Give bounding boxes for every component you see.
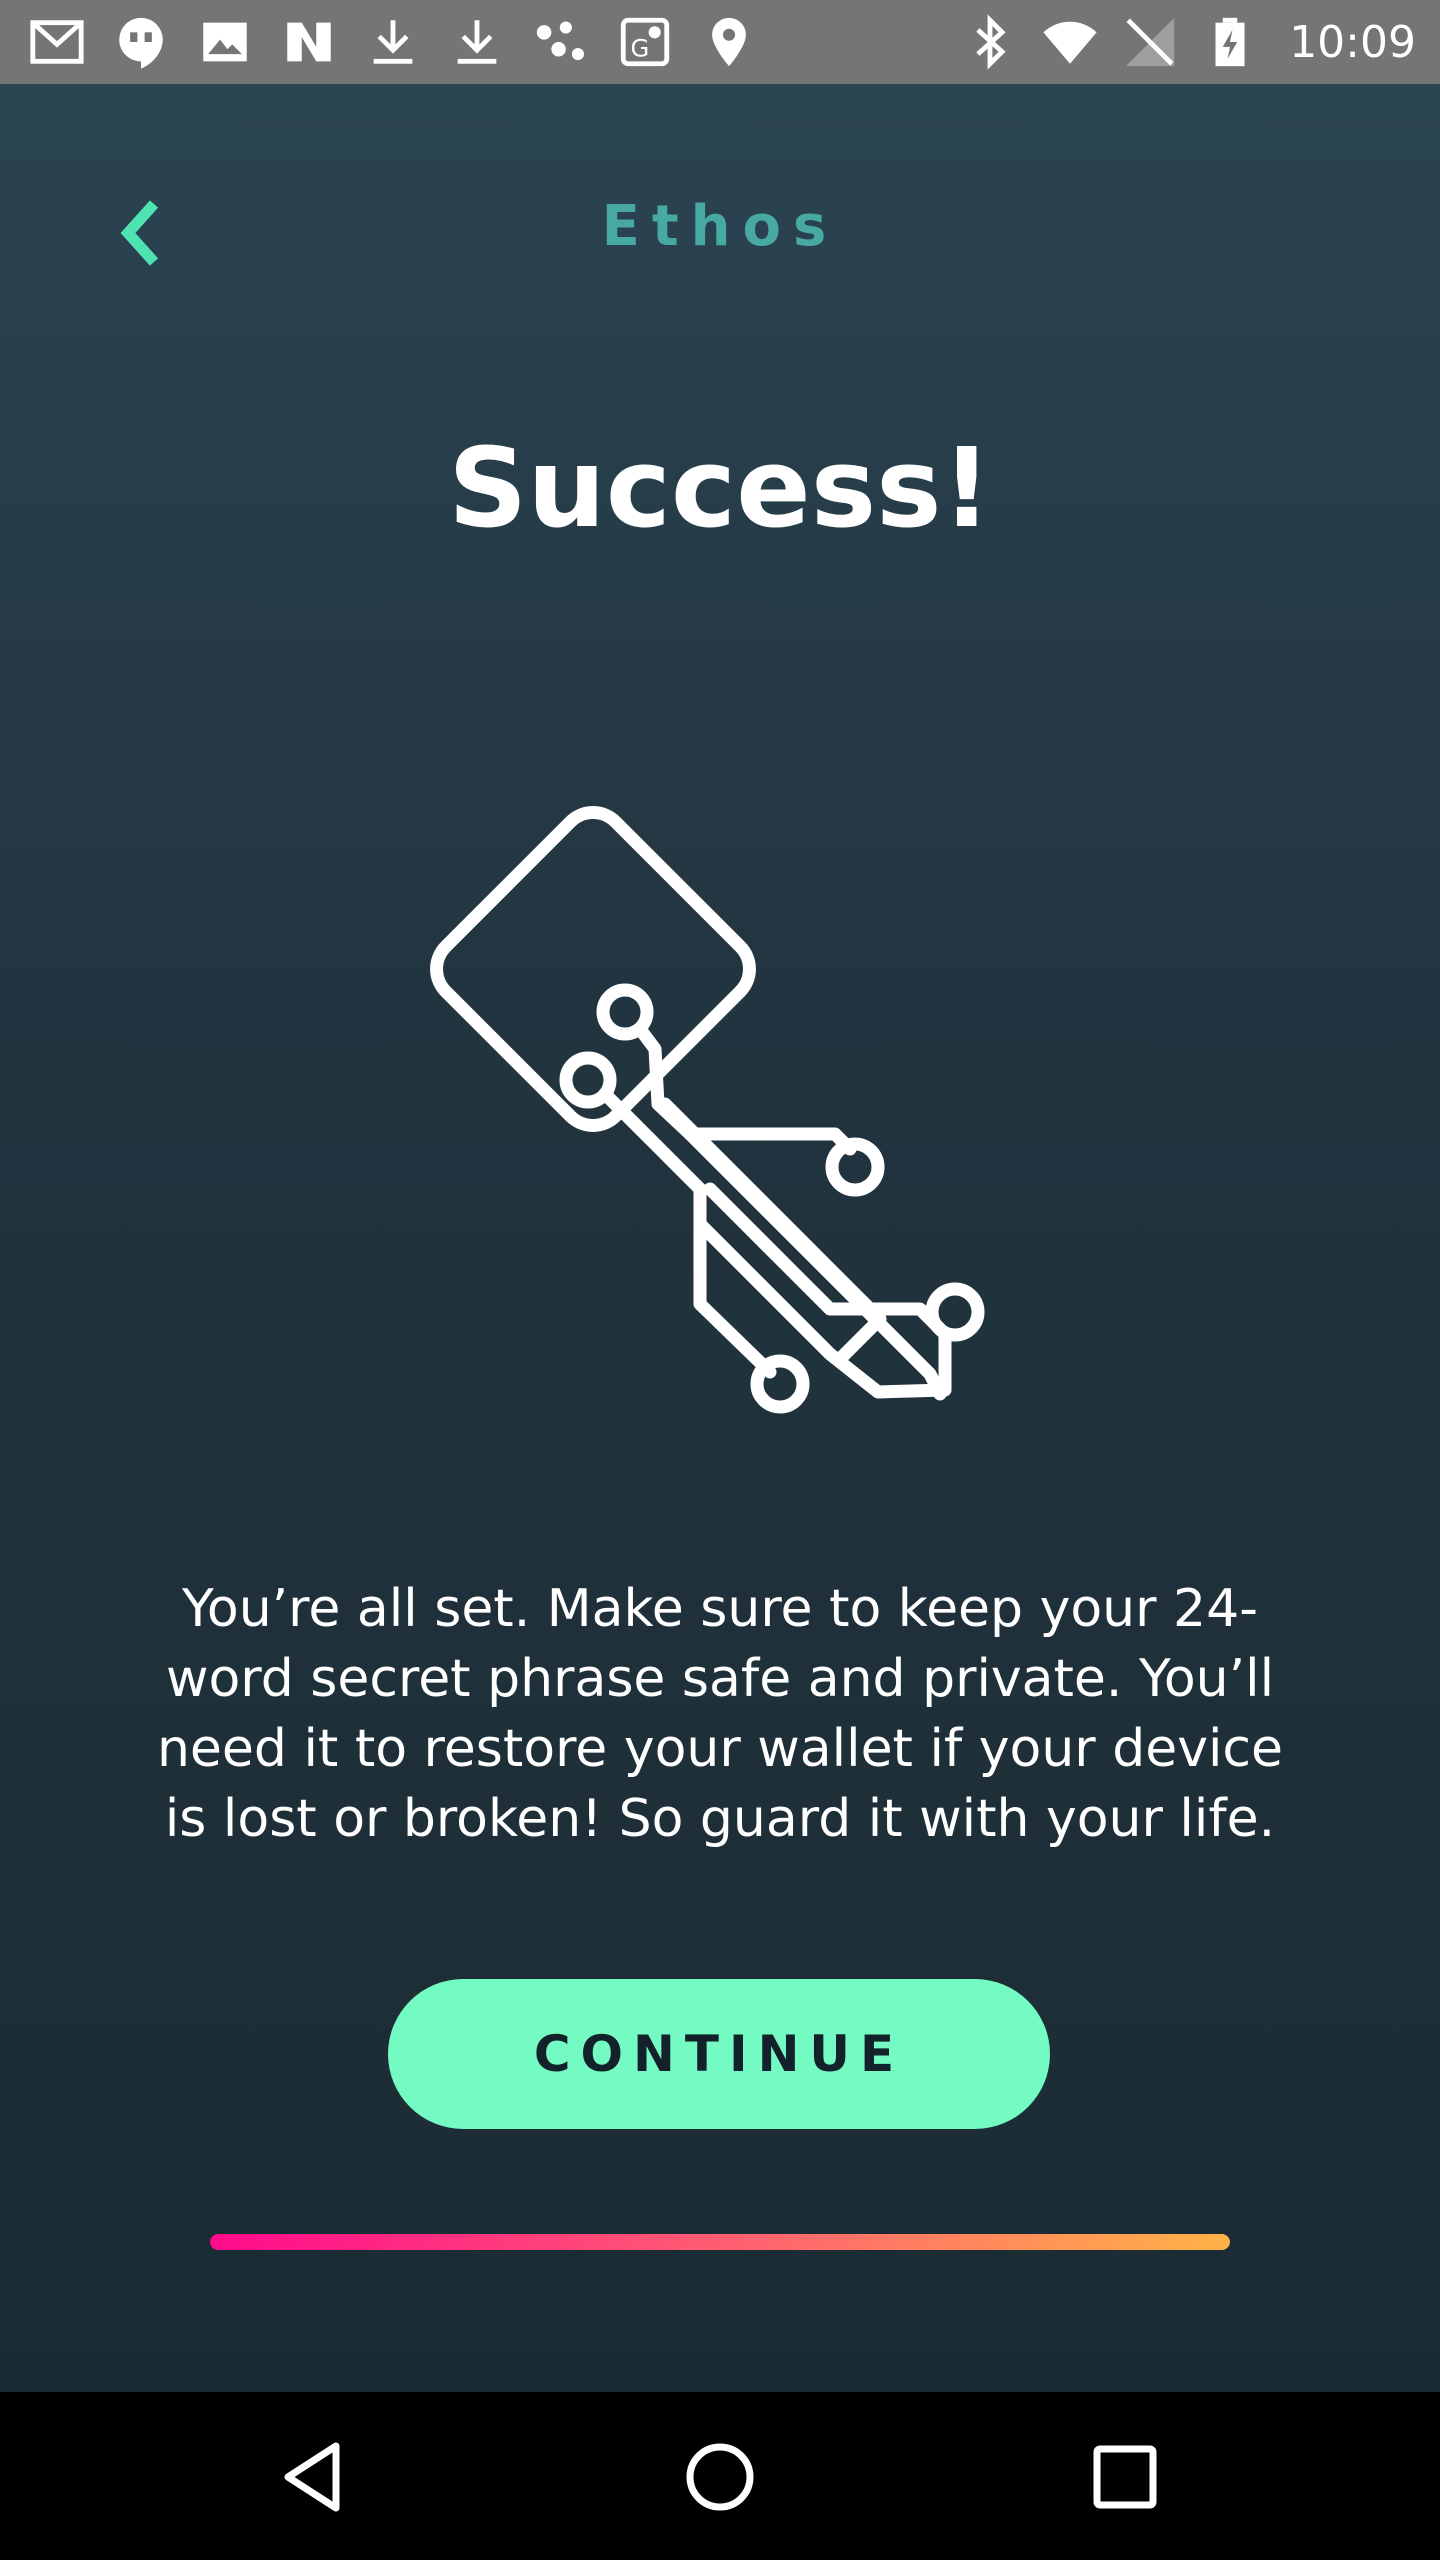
maps-icon: G	[616, 13, 674, 71]
nav-recents-button[interactable]	[1080, 2432, 1170, 2522]
circuit-key-icon	[430, 806, 985, 1414]
news-icon	[280, 13, 338, 71]
continue-button[interactable]: CONTINUE	[388, 1979, 1050, 2129]
no-signal-icon	[1121, 13, 1179, 71]
nav-home-button[interactable]	[675, 2432, 765, 2522]
wifi-icon	[1041, 13, 1099, 71]
download-icon	[364, 13, 422, 71]
success-message: You’re all set. Make sure to keep your 2…	[156, 1579, 1284, 1849]
hangouts-icon	[112, 13, 170, 71]
location-icon	[700, 13, 758, 71]
recents-square-icon	[1093, 2445, 1157, 2509]
status-time: 10:09	[1289, 16, 1416, 68]
battery-charging-icon	[1201, 13, 1259, 71]
home-circle-icon	[686, 2443, 754, 2511]
brand-title: Ethos	[601, 194, 839, 259]
dots-icon	[532, 13, 590, 71]
onboarding-progress-bar	[210, 2234, 1230, 2250]
app-screen: Ethos Success! You’re all set. Make sure…	[0, 84, 1440, 2392]
progress-fill	[210, 2234, 1230, 2250]
back-triangle-icon	[284, 2442, 340, 2512]
navigation-bar	[0, 2392, 1440, 2560]
gmail-icon	[28, 13, 86, 71]
svg-text:G: G	[631, 35, 650, 63]
system-status-icons: 10:09	[961, 10, 1416, 74]
download-icon	[448, 13, 506, 71]
image-icon	[196, 13, 254, 71]
status-bar: G 10:09	[0, 0, 1440, 84]
notification-icons: G	[28, 10, 758, 74]
nav-back-button[interactable]	[270, 2432, 360, 2522]
bluetooth-icon	[961, 13, 1019, 71]
page-title: Success!	[448, 424, 992, 552]
